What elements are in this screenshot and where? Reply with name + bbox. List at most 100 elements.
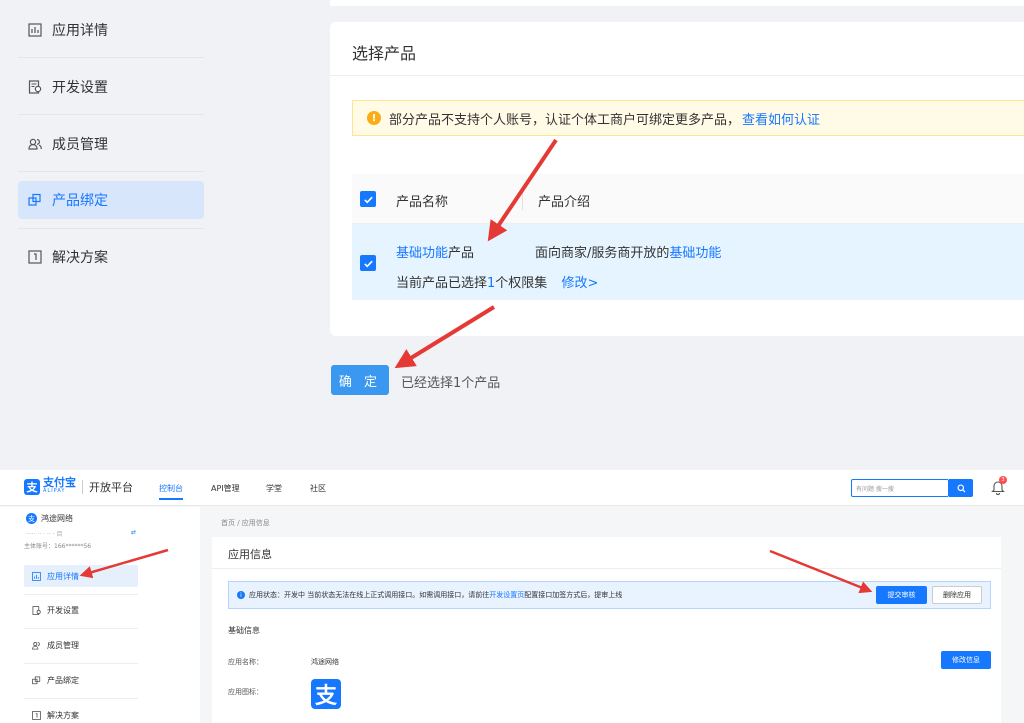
swap-icon[interactable]: ⇄ <box>131 529 136 536</box>
sidebar: 应用详情 开发设置 成员管理 产品绑定 解决方案 <box>0 0 224 470</box>
link-copy-icon <box>32 675 41 685</box>
alipay-logo-icon: 支 <box>24 479 40 495</box>
sidebar-item-dev-settings[interactable]: 开发设置 <box>18 68 204 106</box>
divider <box>18 57 204 58</box>
nav-community[interactable]: 社区 <box>310 483 326 494</box>
settings-doc-icon <box>32 605 41 615</box>
main-account: 主体账号：166******56 <box>24 543 92 550</box>
table-row: 基础功能产品 面向商家/服务商开放的基础功能 当前产品已选择1个权限集 修改> <box>352 224 1024 300</box>
solution-box-icon <box>32 710 41 720</box>
breadcrumb: 首页 / 应用信息 <box>221 519 270 527</box>
check-icon <box>363 260 373 268</box>
sidebar-item-label: 产品绑定 <box>47 675 79 685</box>
account-avatar: 支 <box>26 513 37 524</box>
app-name-label: 应用名称： <box>228 658 263 666</box>
sidebar-item-label: 应用详情 <box>52 23 108 39</box>
sidebar-item-label: 应用详情 <box>47 571 79 581</box>
divider <box>24 628 138 629</box>
info-icon: i <box>237 591 245 599</box>
alipay-logo[interactable]: 支 支付宝 ALIPAY 开放平台 <box>24 476 133 495</box>
sidebar-item-solutions[interactable]: 解决方案 <box>24 704 138 723</box>
platform-name: 开放平台 <box>89 481 133 494</box>
product-binding-screen: 应用详情 开发设置 成员管理 产品绑定 解决方案 选择产品 ! 部分产品不支持个… <box>0 0 1024 470</box>
sidebar-item-product-binding[interactable]: 产品绑定 <box>18 181 204 219</box>
divider <box>24 698 138 699</box>
sidebar-item-members[interactable]: 成员管理 <box>18 125 204 163</box>
chart-box-icon <box>28 23 42 37</box>
basic-function-link[interactable]: 基础功能 <box>396 246 448 261</box>
app-info-card: 应用信息 i 应用状态：开发中 当前状态无法在线上正式调用接口。如需调用接口，请… <box>212 537 1001 723</box>
search-button[interactable] <box>949 479 973 497</box>
divider <box>18 228 204 229</box>
divider <box>24 663 138 664</box>
divider <box>18 114 204 115</box>
search-input[interactable]: 有问题 搜一搜 <box>851 479 949 497</box>
app-icon-label: 应用图标： <box>228 688 263 696</box>
select-all-checkbox[interactable] <box>360 191 376 207</box>
check-icon <box>363 196 373 204</box>
sidebar-item-label: 成员管理 <box>52 137 108 153</box>
delete-app-button[interactable]: 删除应用 <box>932 586 982 604</box>
modify-link[interactable]: 修改> <box>561 276 598 291</box>
divider <box>212 568 1001 569</box>
nav-academy[interactable]: 学堂 <box>266 483 282 494</box>
settings-doc-icon <box>28 80 42 94</box>
sidebar-item-label: 产品绑定 <box>52 193 108 209</box>
submit-review-button[interactable]: 提交审核 <box>876 586 927 604</box>
status-suffix: 配置接口加签方式后，提审上线 <box>524 591 623 599</box>
nav-api-management[interactable]: API管理 <box>211 483 240 494</box>
sidebar-item-app-detail[interactable]: 应用详情 <box>24 565 138 587</box>
intro-text: 面向商家/服务商开放的 <box>535 246 670 261</box>
search-icon <box>956 483 966 493</box>
product-name-suffix: 产品 <box>448 246 475 261</box>
chart-box-icon <box>32 571 41 581</box>
account-notice: ! 部分产品不支持个人账号，认证个体工商户可绑定更多产品， 查看如何认证 <box>352 100 1024 136</box>
product-table-header: 产品名称 产品介绍 <box>352 174 1024 224</box>
card-title: 应用信息 <box>228 548 272 561</box>
nav-console[interactable]: 控制台 <box>159 483 183 494</box>
column-divider <box>522 188 523 210</box>
sidebar-item-product-binding[interactable]: 产品绑定 <box>24 669 138 691</box>
product-name: 基础功能产品 <box>396 242 474 261</box>
top-navbar: 支 支付宝 ALIPAY 开放平台 控制台 API管理 学堂 社区 有问题 搜一… <box>0 470 1024 506</box>
sidebar-item-label: 开发设置 <box>47 605 79 615</box>
panel-title: 选择产品 <box>352 44 417 63</box>
sidebar-item-label: 开发设置 <box>52 80 108 96</box>
section-title: 基础信息 <box>228 626 260 635</box>
users-icon <box>32 641 41 650</box>
how-to-verify-link[interactable]: 查看如何认证 <box>742 109 820 128</box>
dev-settings-link[interactable]: 开发设置页 <box>489 590 524 600</box>
notice-text: 部分产品不支持个人账号，认证个体工商户可绑定更多产品， <box>389 112 741 128</box>
app-logo-icon: 支 <box>311 679 341 709</box>
sidebar-item-label: 解决方案 <box>52 250 108 266</box>
selected-suffix: 个权限集 <box>495 276 548 291</box>
sidebar-item-app-detail[interactable]: 应用详情 <box>18 11 204 49</box>
sidebar-item-dev-settings[interactable]: 开发设置 <box>24 599 138 621</box>
sidebar-item-members[interactable]: 成员管理 <box>24 634 138 656</box>
divider <box>82 480 83 494</box>
selected-count-tip: 已经选择1个产品 <box>401 376 501 391</box>
logo-cn: 支付宝 <box>43 476 76 489</box>
edit-info-button[interactable]: 修改信息 <box>941 651 991 669</box>
account-switcher[interactable]: 支 鸿途网络 <box>26 513 73 524</box>
row-checkbox[interactable] <box>360 255 376 271</box>
users-icon <box>28 137 42 151</box>
app-name-value: 鸿途网络 <box>311 658 339 666</box>
sidebar-item-label: 解决方案 <box>47 710 79 720</box>
intro-basic-function-link[interactable]: 基础功能 <box>669 246 721 261</box>
solution-box-icon <box>28 250 42 264</box>
notification-badge: 3 <box>999 476 1007 484</box>
column-header-intro: 产品介绍 <box>538 195 591 210</box>
divider <box>24 594 138 595</box>
previous-panel-edge <box>330 0 1024 6</box>
product-intro: 面向商家/服务商开放的基础功能 <box>535 242 721 261</box>
selected-prefix: 当前产品已选择 <box>396 276 488 291</box>
account-id: ····· ·· · ·· · 目 <box>26 531 63 538</box>
sidebar-item-label: 成员管理 <box>47 640 79 650</box>
sidebar-item-solutions[interactable]: 解决方案 <box>18 238 204 276</box>
app-info-screen: 支 支付宝 ALIPAY 开放平台 控制台 API管理 学堂 社区 有问题 搜一… <box>0 470 1024 723</box>
selected-permissions: 当前产品已选择1个权限集 修改> <box>396 272 598 291</box>
confirm-button[interactable]: 确 定 <box>331 365 389 395</box>
status-text: 应用状态：开发中 当前状态无法在线上正式调用接口。如需调用接口，请前往 <box>249 591 490 599</box>
sidebar: 支 鸿途网络 ····· ·· · ·· · 目 ⇄ 主体账号：166*****… <box>0 507 200 723</box>
